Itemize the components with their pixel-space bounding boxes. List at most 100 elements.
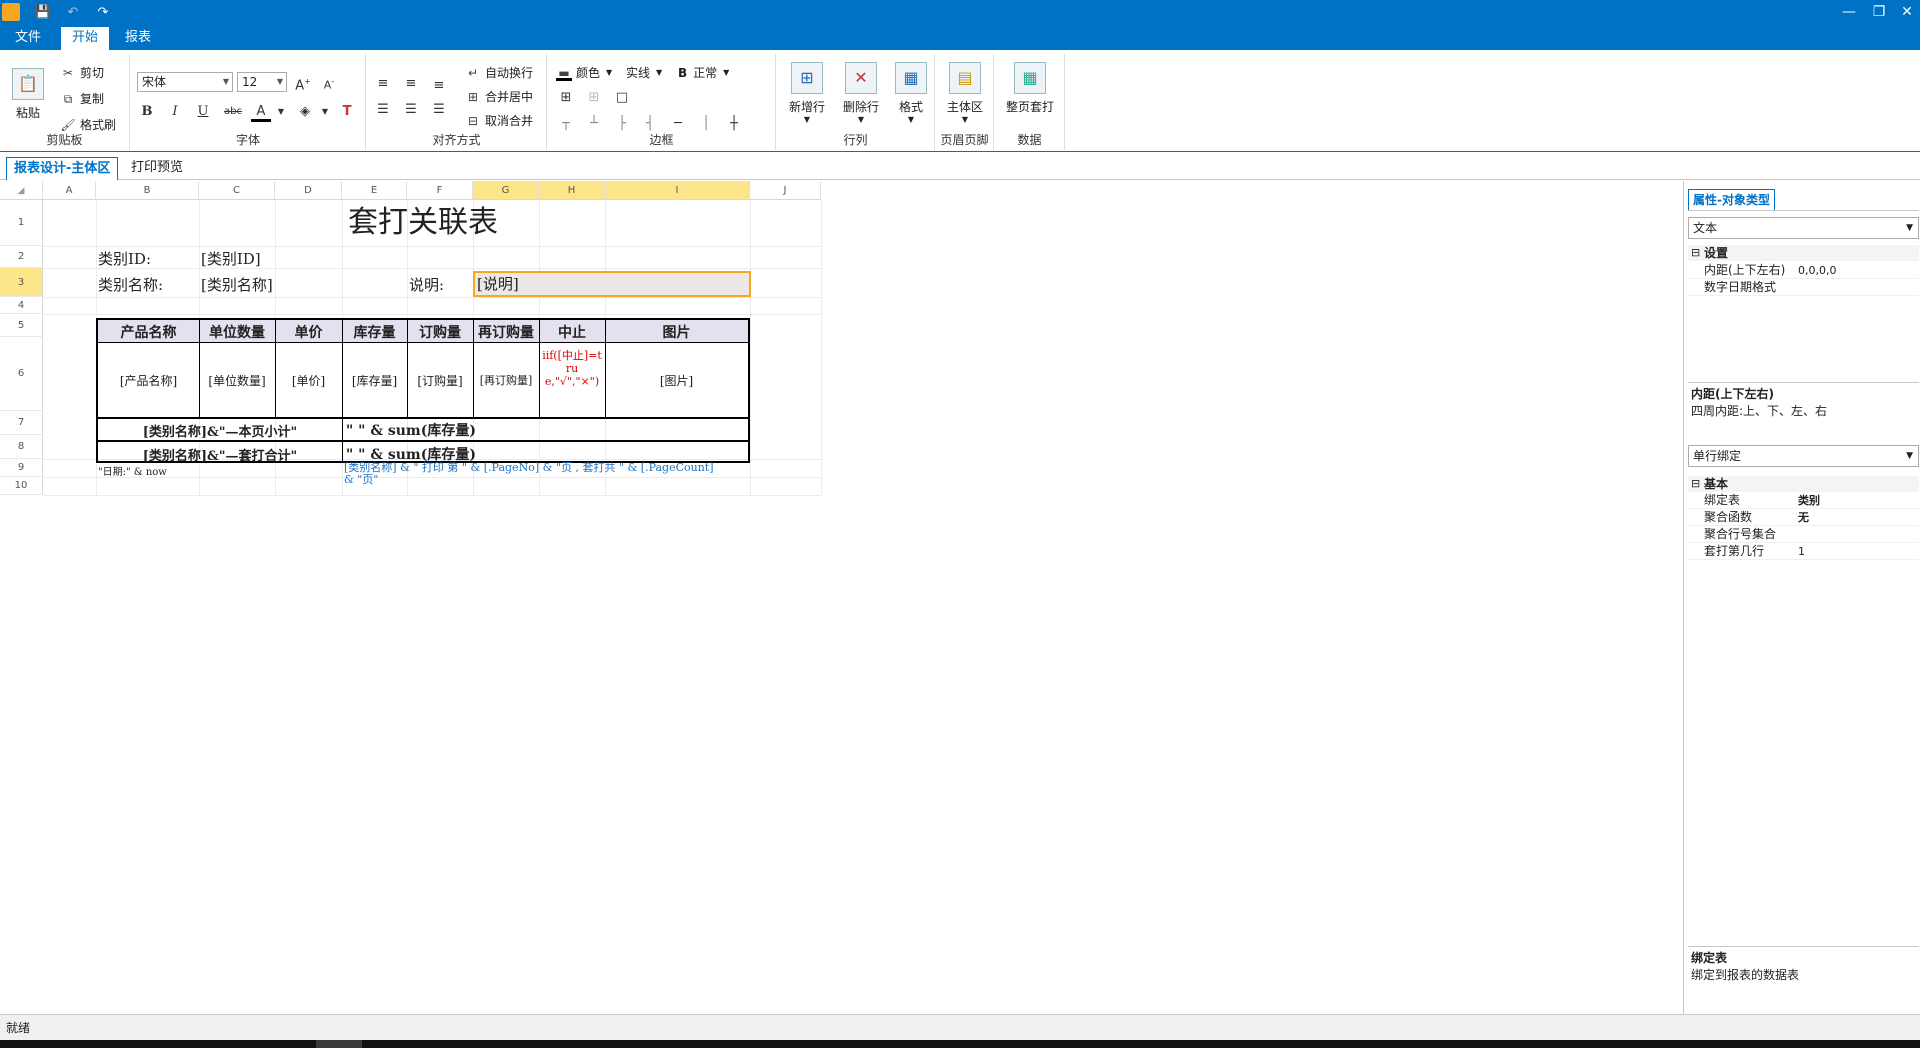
copy-button[interactable]: ⧉ 复制: [60, 90, 104, 107]
font-family-select[interactable]: 宋体 ▼: [137, 72, 233, 92]
cell-discontinued-expr[interactable]: iif([中止]=true,"√","×"): [541, 349, 603, 388]
collapse-icon[interactable]: ⊟: [1691, 476, 1700, 492]
description-label[interactable]: 说明:: [409, 274, 444, 295]
unmerge-button[interactable]: ⊟ 取消合并: [465, 112, 533, 129]
property-tab[interactable]: 属性-对象类型: [1688, 189, 1775, 210]
all-borders-icon[interactable]: ⊞: [556, 88, 576, 108]
bold-button[interactable]: B: [137, 102, 157, 122]
prop-row-aggregate[interactable]: 聚合函数无: [1688, 509, 1919, 526]
category-name-label[interactable]: 类别名称:: [98, 274, 163, 295]
font-size-select[interactable]: 12 ▼: [237, 72, 287, 92]
row-header-8[interactable]: 8: [0, 435, 43, 459]
col-header-h[interactable]: H: [539, 181, 605, 200]
border-color-button[interactable]: ▬ 颜色 ▼: [556, 64, 612, 81]
cell-picture[interactable]: [图片]: [605, 372, 748, 389]
align-right-icon[interactable]: ☰: [429, 100, 449, 120]
category-id-field[interactable]: [类别ID]: [201, 248, 261, 269]
prop-row-aggregate-rows[interactable]: 聚合行号集合: [1688, 526, 1919, 543]
subtotal-label[interactable]: [类别名称]&"—本页小计": [98, 421, 342, 440]
prop-row-bind-table[interactable]: 绑定表 类别: [1688, 492, 1919, 509]
italic-button[interactable]: I: [165, 102, 185, 122]
minimize-button[interactable]: —: [1836, 2, 1862, 22]
col-header-e[interactable]: E: [342, 181, 407, 200]
row-header-3[interactable]: 3: [0, 268, 43, 297]
delete-row-button[interactable]: ✕ 删除行 ▼: [839, 62, 883, 124]
grow-font-icon[interactable]: A+: [293, 72, 313, 93]
redo-icon[interactable]: ↷: [94, 3, 112, 21]
menu-home[interactable]: 开始: [61, 27, 110, 50]
category-id-label[interactable]: 类别ID:: [98, 248, 151, 269]
row-header-2[interactable]: 2: [0, 246, 43, 268]
align-center-icon[interactable]: ☰: [401, 100, 421, 120]
add-row-button[interactable]: ⊞ 新增行 ▼: [785, 62, 829, 124]
col-product-name[interactable]: 产品名称: [98, 322, 199, 342]
font-color-icon[interactable]: A: [251, 102, 271, 122]
total-label[interactable]: [类别名称]&"—套打合计": [98, 445, 342, 464]
undo-icon[interactable]: ↶: [64, 3, 82, 21]
category-name-field[interactable]: [类别名称]: [201, 274, 273, 295]
main-area-button[interactable]: ▤ 主体区 ▼: [940, 62, 990, 124]
tab-preview[interactable]: 打印预览: [124, 157, 190, 180]
prop-row-number-format[interactable]: 数字日期格式: [1688, 279, 1919, 296]
tab-design[interactable]: 报表设计-主体区: [6, 157, 119, 180]
col-unit-qty[interactable]: 单位数量: [199, 322, 275, 342]
row-format-button[interactable]: ▦ 格式 ▼: [891, 62, 931, 124]
col-header-b[interactable]: B: [96, 181, 199, 200]
border-style-button[interactable]: 实线 ▼: [626, 64, 662, 81]
binding-mode-select[interactable]: 单行绑定 ▼: [1688, 445, 1919, 467]
close-button[interactable]: ✕: [1894, 2, 1920, 22]
cell-stock[interactable]: [库存量]: [342, 372, 407, 389]
merge-center-button[interactable]: ⊞ 合并居中: [465, 88, 533, 105]
cell-reorder[interactable]: [再订购量]: [473, 372, 539, 388]
report-title[interactable]: 套打关联表: [96, 200, 750, 246]
date-expr[interactable]: "日期:" & now: [98, 463, 167, 478]
col-header-d[interactable]: D: [275, 181, 342, 200]
description-field-selected[interactable]: [说明]: [473, 271, 751, 297]
row-header-10[interactable]: 10: [0, 477, 43, 495]
save-icon[interactable]: 💾: [34, 3, 52, 21]
col-price[interactable]: 单价: [275, 322, 342, 342]
col-header-i[interactable]: I: [605, 181, 750, 200]
col-header-g[interactable]: G: [473, 181, 539, 200]
col-header-c[interactable]: C: [199, 181, 275, 200]
align-top-icon[interactable]: ≡: [373, 74, 393, 94]
settings-category[interactable]: ⊟ 设置: [1688, 245, 1919, 261]
inner-borders-icon[interactable]: ⊞: [584, 88, 604, 108]
row-header-9[interactable]: 9: [0, 459, 43, 477]
align-middle-icon[interactable]: ≡: [401, 74, 421, 94]
object-type-select[interactable]: 文本 ▼: [1688, 217, 1919, 239]
report-grid[interactable]: ◢ A B C D E F G H I J 1 2 3 4 5 6 7 8 9 …: [0, 181, 1684, 1014]
basic-category[interactable]: ⊟ 基本: [1688, 476, 1919, 492]
menu-report[interactable]: 报表: [114, 27, 162, 50]
cell-ordered[interactable]: [订购量]: [407, 372, 473, 389]
col-reorder[interactable]: 再订购量: [473, 322, 539, 342]
cell-price[interactable]: [单价]: [275, 372, 342, 389]
collapse-icon[interactable]: ⊟: [1691, 245, 1700, 261]
fill-color-dropdown-icon[interactable]: ▼: [315, 102, 335, 122]
row-header-5[interactable]: 5: [0, 314, 43, 337]
align-left-icon[interactable]: ☰: [373, 100, 393, 120]
cell-unit-qty[interactable]: [单位数量]: [199, 372, 275, 389]
outer-border-icon[interactable]: □: [612, 88, 632, 108]
prop-row-padding[interactable]: 内距(上下左右) 0,0,0,0: [1688, 262, 1919, 279]
col-header-j[interactable]: J: [750, 181, 821, 200]
font-color-dropdown-icon[interactable]: ▼: [271, 102, 291, 122]
row-header-6[interactable]: 6: [0, 337, 43, 411]
menu-file[interactable]: 文件: [4, 27, 52, 50]
col-header-a[interactable]: A: [43, 181, 96, 200]
underline-button[interactable]: U: [193, 102, 213, 122]
col-discontinued[interactable]: 中止: [539, 322, 605, 342]
row-header-1[interactable]: 1: [0, 200, 43, 246]
col-ordered[interactable]: 订购量: [407, 322, 473, 342]
wrap-text-button[interactable]: ↵ 自动换行: [465, 64, 533, 81]
col-picture[interactable]: 图片: [605, 322, 748, 342]
subtotal-value[interactable]: " " & sum(库存量): [346, 420, 476, 440]
clear-format-icon[interactable]: T: [337, 102, 357, 122]
border-weight-button[interactable]: B 正常 ▼: [678, 64, 729, 81]
taskbar-active-item[interactable]: [316, 1040, 362, 1048]
cut-button[interactable]: ✂ 剪切: [60, 64, 104, 81]
fill-color-icon[interactable]: ◈: [295, 102, 315, 122]
col-stock[interactable]: 库存量: [342, 322, 407, 342]
page-expr[interactable]: [类别名称] & " 打印 第 " & [.PageNo] & "页 , 套打共…: [344, 462, 724, 486]
row-header-4[interactable]: 4: [0, 297, 43, 314]
